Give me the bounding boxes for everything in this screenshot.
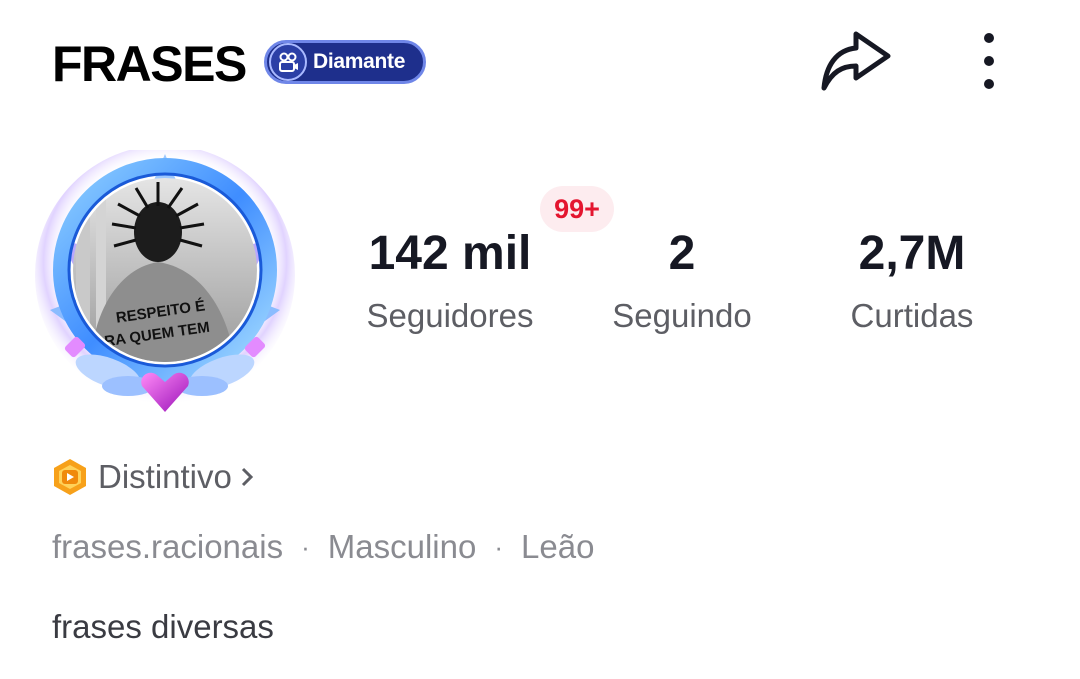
badge-label: Diamante xyxy=(313,50,406,73)
stat-followers[interactable]: 142 mil Seguidores xyxy=(350,226,550,336)
profile-avatar[interactable]: RESPEITO É RA QUEM TEM xyxy=(30,145,300,420)
gender: Masculino xyxy=(327,528,477,565)
separator-dot: · xyxy=(301,531,310,562)
profile-bio: frases diversas xyxy=(52,608,274,645)
likes-count: 2,7M xyxy=(858,227,966,280)
share-arrow-icon xyxy=(821,31,891,91)
followers-count: 142 mil xyxy=(368,227,532,280)
profile-title: FRASES xyxy=(52,36,247,92)
more-vertical-icon xyxy=(984,33,994,89)
more-options-button[interactable] xyxy=(974,28,1004,94)
distintivo-link[interactable]: Distintivo xyxy=(52,454,254,500)
chevron-right-icon xyxy=(241,467,253,487)
distintivo-label: Distintivo xyxy=(98,458,232,495)
profile-info-line: frases.racionais · Masculino · Leão xyxy=(52,528,594,566)
badge-hexagon-icon xyxy=(54,459,86,495)
following-label: Seguindo xyxy=(612,297,752,334)
separator-dot: · xyxy=(494,531,504,562)
share-button[interactable] xyxy=(816,28,892,94)
likes-label: Curtidas xyxy=(850,297,974,334)
following-count: 2 xyxy=(668,227,696,280)
stat-following[interactable]: 2 Seguindo xyxy=(592,226,772,336)
followers-label: Seguidores xyxy=(366,297,534,334)
username: frases.racionais xyxy=(52,528,284,565)
video-camera-icon xyxy=(269,43,307,81)
diamond-level-badge[interactable]: Diamante xyxy=(264,40,426,84)
stat-likes[interactable]: 2,7M Curtidas xyxy=(822,226,1002,336)
zodiac-sign: Leão xyxy=(521,528,595,565)
